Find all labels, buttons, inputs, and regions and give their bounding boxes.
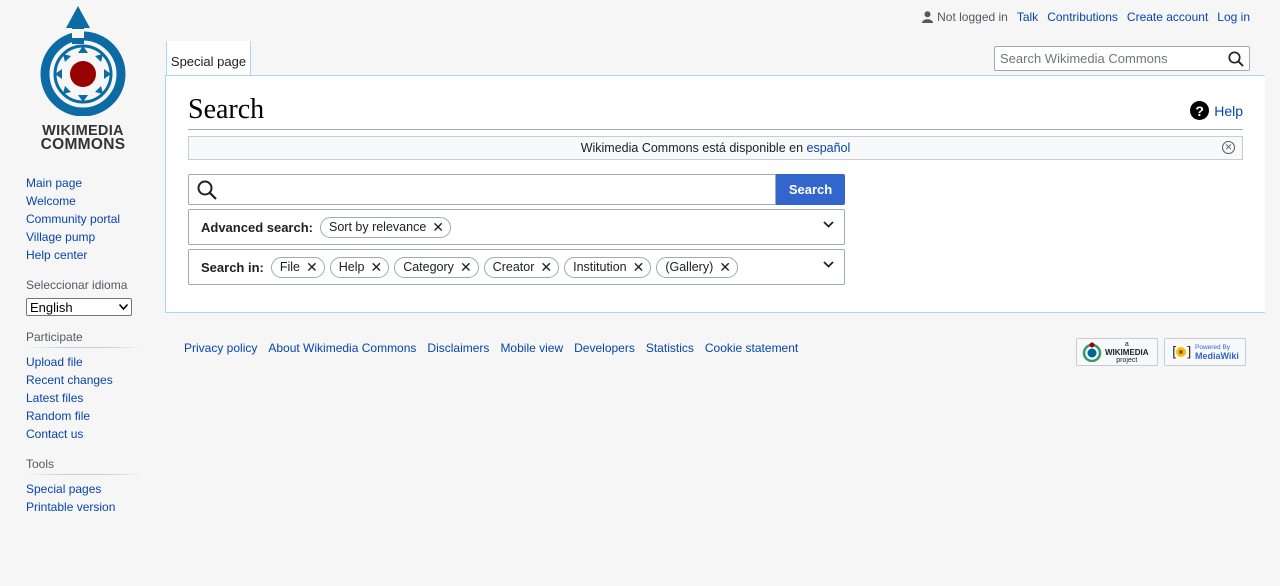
sidebar-item-printable-version[interactable]: Printable version — [26, 498, 144, 516]
advanced-search-label: Advanced search: — [201, 219, 313, 235]
search-input[interactable] — [188, 174, 776, 205]
language-portal: Seleccionar idioma English — [26, 278, 144, 316]
sidebar-item-latest-files[interactable]: Latest files — [26, 389, 144, 407]
chevron-down-icon[interactable] — [823, 261, 834, 268]
mediawiki-logo-icon: [ ] — [1170, 345, 1192, 361]
personal-tools: Not logged in Talk Contributions Create … — [922, 10, 1250, 24]
remove-chip-icon[interactable]: ✕ — [540, 260, 552, 274]
footer-disclaimers[interactable]: Disclaimers — [427, 341, 489, 355]
footer-statistics[interactable]: Statistics — [646, 341, 694, 355]
search-icon[interactable] — [1228, 50, 1244, 67]
sidebar-item-help-center[interactable]: Help center — [26, 246, 144, 264]
chip-file[interactable]: File ✕ — [270, 256, 325, 278]
footer-about[interactable]: About Wikimedia Commons — [268, 341, 416, 355]
sidebar-item-main-page[interactable]: Main page — [26, 174, 144, 192]
wikimedia-project-badge[interactable]: a WIKIMEDIA project — [1076, 338, 1158, 366]
remove-chip-icon[interactable]: ✕ — [306, 260, 318, 274]
tools-heading: Tools — [26, 457, 144, 475]
search-in-label: Search in: — [201, 259, 264, 275]
remove-chip-icon[interactable]: ✕ — [432, 220, 444, 234]
help-label: Help — [1214, 102, 1243, 119]
wikimedia-badge-sub: project — [1116, 356, 1138, 364]
chip-creator[interactable]: Creator ✕ — [483, 256, 560, 278]
advanced-search-panel[interactable]: Advanced search: Sort by relevance ✕ — [188, 209, 845, 245]
tools-portal: Tools Special pages Printable version — [26, 457, 144, 516]
help-icon: ? — [1190, 101, 1210, 120]
wikimedia-badge-main: WIKIMEDIA — [1105, 347, 1149, 357]
create-account-link[interactable]: Create account — [1127, 10, 1208, 24]
remove-chip-icon[interactable]: ✕ — [633, 260, 645, 274]
log-in-link[interactable]: Log in — [1217, 10, 1250, 24]
mediawiki-badge-main: MediaWiki — [1195, 351, 1239, 361]
title-divider — [188, 129, 1243, 130]
remove-chip-icon[interactable]: ✕ — [460, 260, 472, 274]
language-notice-text: Wikimedia Commons está disponible en — [580, 141, 807, 155]
logo-line-2: COMMONS — [40, 136, 126, 153]
help-link[interactable]: ? Help — [1190, 101, 1243, 120]
search-button[interactable]: Search — [776, 174, 845, 205]
participate-heading: Participate — [26, 330, 144, 348]
user-icon — [922, 11, 934, 23]
remove-chip-icon[interactable]: ✕ — [719, 260, 731, 274]
footer-privacy-policy[interactable]: Privacy policy — [184, 341, 257, 355]
sidebar-item-recent-changes[interactable]: Recent changes — [26, 371, 144, 389]
language-select[interactable]: English — [26, 298, 132, 316]
chip-label: Category — [403, 260, 454, 274]
chip-sort-by-relevance[interactable]: Sort by relevance ✕ — [320, 216, 452, 238]
sidebar: Main page Welcome Community portal Villa… — [26, 174, 144, 516]
chip-label: (Gallery) — [665, 260, 714, 274]
chip-label: Institution — [573, 260, 627, 274]
page-title: Search — [188, 94, 265, 125]
chip-label: Creator — [492, 260, 535, 274]
search-icon — [197, 180, 217, 200]
sidebar-item-community-portal[interactable]: Community portal — [26, 210, 144, 228]
close-icon[interactable]: ✕ — [1222, 141, 1235, 154]
sidebar-item-upload-file[interactable]: Upload file — [26, 353, 144, 371]
navigation-portal: Main page Welcome Community portal Villa… — [26, 174, 144, 264]
search-form: Search — [188, 174, 845, 205]
footer-developers[interactable]: Developers — [574, 341, 635, 355]
language-select-value: English — [30, 299, 73, 315]
sidebar-item-special-pages[interactable]: Special pages — [26, 480, 144, 498]
language-heading: Seleccionar idioma — [26, 278, 128, 292]
sidebar-item-village-pump[interactable]: Village pump — [26, 228, 144, 246]
chip-label: File — [279, 260, 301, 274]
chip-label: Sort by relevance — [329, 220, 427, 234]
sidebar-item-welcome[interactable]: Welcome — [26, 192, 144, 210]
language-notice: Wikimedia Commons está disponible en esp… — [188, 136, 1243, 160]
talk-link[interactable]: Talk — [1017, 10, 1038, 24]
chip-category[interactable]: Category ✕ — [394, 256, 479, 278]
wikimedia-badge-top: a — [1124, 340, 1129, 348]
search-in-panel[interactable]: Search in: File ✕ Help ✕ Category ✕ Creator… — [188, 249, 845, 285]
header-search-placeholder: Search Wikimedia Commons — [1000, 51, 1168, 66]
chevron-down-icon[interactable] — [823, 221, 834, 228]
not-logged-in-label: Not logged in — [937, 10, 1008, 24]
site-logo[interactable]: WIKIMEDIA COMMONS — [26, 4, 140, 153]
commons-logo-icon — [40, 6, 126, 117]
header-search-input[interactable]: Search Wikimedia Commons — [994, 46, 1250, 71]
chevron-down-icon — [119, 304, 128, 310]
svg-text:]: ] — [1185, 345, 1192, 361]
footer-cookie-statement[interactable]: Cookie statement — [705, 341, 798, 355]
language-notice-link[interactable]: español — [807, 141, 851, 155]
main-content: Search ? Help Wikimedia Commons está dis… — [165, 75, 1265, 313]
chip-label: Help — [338, 260, 365, 274]
powered-by-mediawiki-badge[interactable]: [ ] Powered By MediaWiki — [1164, 338, 1246, 366]
chip-help[interactable]: Help ✕ — [329, 256, 390, 278]
participate-portal: Participate Upload file Recent changes L… — [26, 330, 144, 443]
tab-special-page[interactable]: Special page — [166, 41, 251, 75]
chip-institution[interactable]: Institution ✕ — [564, 256, 652, 278]
wikimedia-logo-icon — [1082, 342, 1102, 362]
chip-gallery[interactable]: (Gallery) ✕ — [656, 256, 738, 278]
contributions-link[interactable]: Contributions — [1047, 10, 1118, 24]
footer-links: Privacy policy About Wikimedia Commons D… — [184, 341, 798, 355]
user-status: Not logged in — [922, 10, 1008, 24]
remove-chip-icon[interactable]: ✕ — [370, 260, 382, 274]
sidebar-item-contact-us[interactable]: Contact us — [26, 425, 144, 443]
footer-mobile-view[interactable]: Mobile view — [500, 341, 563, 355]
sidebar-item-random-file[interactable]: Random file — [26, 407, 144, 425]
